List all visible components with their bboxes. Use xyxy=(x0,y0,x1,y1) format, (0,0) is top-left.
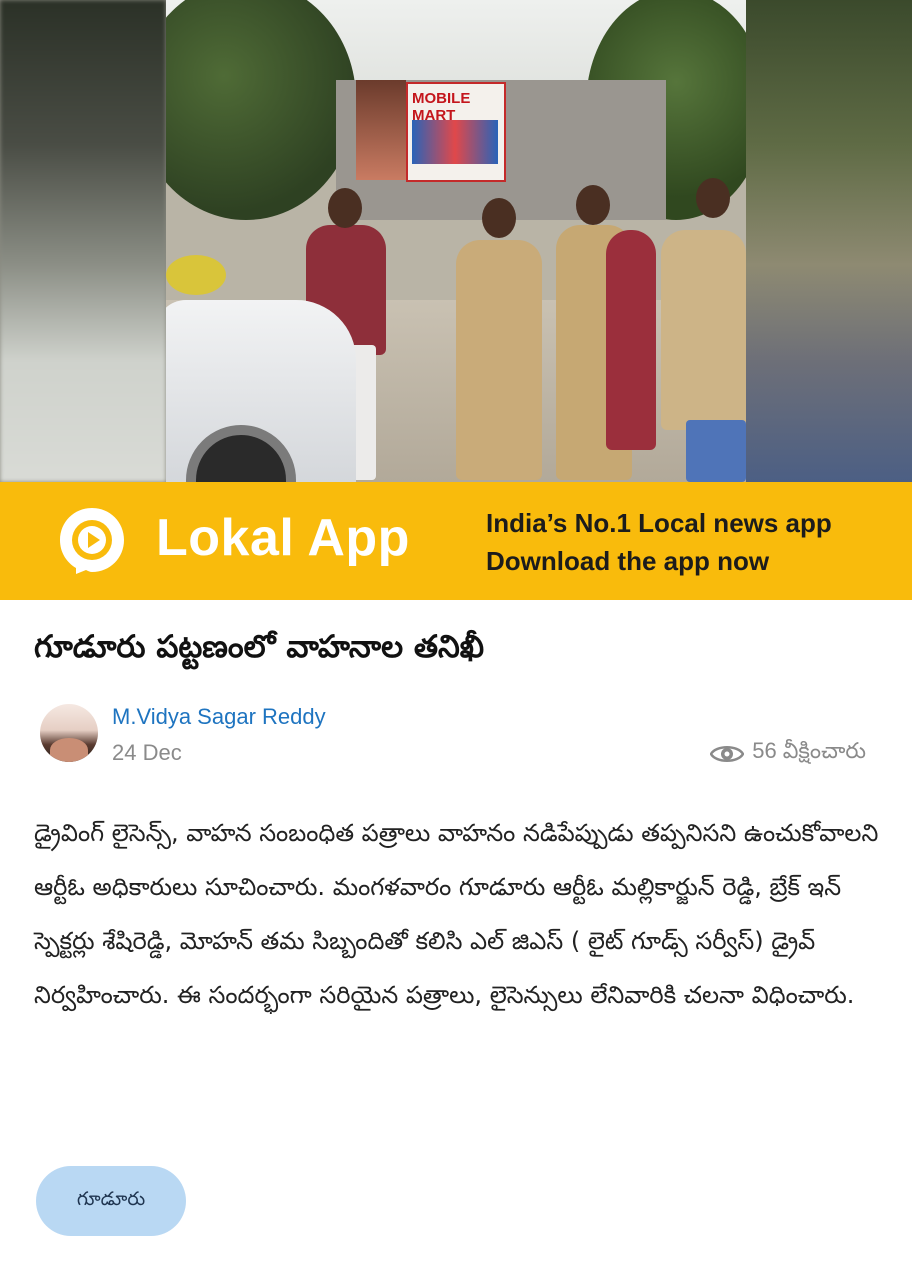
brand-name: Lokal App xyxy=(156,509,410,567)
avatar[interactable] xyxy=(40,704,98,762)
lokal-app-banner[interactable]: Lokal App India’s No.1 Local news app Do… xyxy=(0,482,912,600)
lokal-logo-icon xyxy=(60,508,124,574)
view-count: 56 వీక్షించారు xyxy=(710,738,866,769)
author-name[interactable]: M.Vidya Sagar Reddy xyxy=(112,704,326,730)
article-title: గూడూరు పట్టణంలో వాహనాల తనిఖీ xyxy=(34,629,485,665)
article-image[interactable]: MOBILE MART xyxy=(0,0,912,482)
tagline-line-2: Download the app now xyxy=(486,546,770,576)
news-photo: MOBILE MART xyxy=(166,0,746,482)
eye-icon xyxy=(710,745,745,762)
views-label: 56 వీక్షించారు xyxy=(752,738,866,763)
tagline-line-1: India’s No.1 Local news app xyxy=(486,508,832,538)
post-date: 24 Dec xyxy=(112,740,182,765)
image-blur-left xyxy=(0,0,166,482)
shop-sign: MOBILE MART xyxy=(406,82,506,182)
banner-tagline: India’s No.1 Local news app Download the… xyxy=(486,504,832,580)
image-blur-right xyxy=(746,0,912,482)
location-tag-chip[interactable]: గూడూరు xyxy=(36,1166,186,1236)
article-body: డ్రైవింగ్ లైసెన్స్, వాహన సంబంధిత పత్రాలు… xyxy=(34,819,879,1009)
